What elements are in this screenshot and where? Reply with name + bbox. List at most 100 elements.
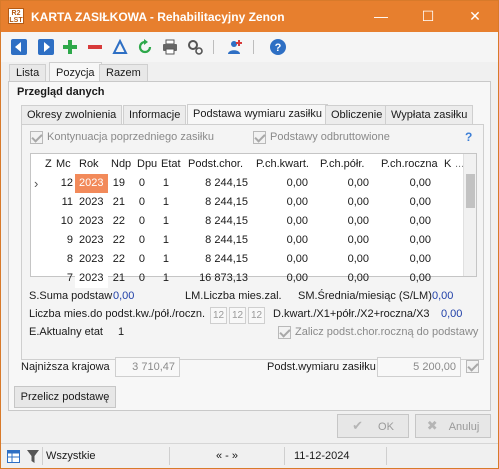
add-icon[interactable] <box>62 39 78 55</box>
column-header[interactable]: P.ch.kwart. <box>256 154 309 174</box>
table-cell[interactable]: 0,00 <box>249 269 308 288</box>
table-row[interactable]: 11 2023 21 0 1 8 244,15 0,00 0,00 0,00 <box>31 193 465 212</box>
table-cell[interactable]: 2023 <box>75 174 108 193</box>
table-cell[interactable]: 0,00 <box>309 250 369 269</box>
table-cell[interactable] <box>43 269 53 288</box>
table-cell[interactable]: 22 <box>109 212 125 231</box>
table-cell[interactable] <box>43 174 53 193</box>
table-cell[interactable]: 0,00 <box>309 193 369 212</box>
column-header[interactable]: Podst.chor. <box>188 154 243 174</box>
tab-informacje[interactable]: Informacje <box>123 105 187 124</box>
table-cell[interactable]: 8 244,15 <box>171 174 248 193</box>
table-cell[interactable]: 11 <box>53 193 73 212</box>
table-cell[interactable]: 0 <box>135 231 145 250</box>
table-cell[interactable]: 2023 <box>75 193 108 212</box>
table-cell[interactable]: 0,00 <box>309 231 369 250</box>
table-cell[interactable]: 2023 <box>75 212 108 231</box>
table-cell[interactable]: 0,00 <box>249 250 308 269</box>
column-header[interactable]: Z <box>45 154 52 174</box>
column-header[interactable]: P.ch.półr. <box>320 154 364 174</box>
column-header[interactable]: P.ch.roczna <box>381 154 438 174</box>
table-cell[interactable]: 1 <box>159 231 169 250</box>
podst-wymiaru-checkbox[interactable] <box>466 360 479 373</box>
table-cell[interactable]: 0,00 <box>371 193 431 212</box>
table-cell[interactable]: 0 <box>135 193 145 212</box>
odbruttowione-checkbox[interactable] <box>253 131 266 144</box>
close-button[interactable]: ✕ <box>452 1 498 32</box>
table-cell[interactable]: 0,00 <box>371 269 431 288</box>
podst-wymiaru-field[interactable]: 5 200,00 <box>377 357 461 377</box>
table-cell[interactable]: 8 <box>53 250 73 269</box>
column-header[interactable]: Rok <box>79 154 99 174</box>
table-cell[interactable]: 1 <box>159 174 169 193</box>
table-cell[interactable] <box>43 212 53 231</box>
table-cell[interactable]: 21 <box>109 193 125 212</box>
table-cell[interactable]: 0,00 <box>309 269 369 288</box>
table-cell[interactable]: 0,00 <box>309 174 369 193</box>
table-cell[interactable]: 7 <box>53 269 73 288</box>
kontynuacja-checkbox[interactable] <box>30 131 43 144</box>
triangle-icon[interactable] <box>112 39 128 55</box>
table-cell[interactable]: 19 <box>109 174 125 193</box>
zalicz-roczna-checkbox[interactable] <box>278 326 291 339</box>
column-header[interactable]: Dpu <box>137 154 157 174</box>
cancel-button[interactable]: ✖ Anuluj <box>415 414 491 438</box>
table-cell[interactable]: 0 <box>135 250 145 269</box>
table-cell[interactable]: 0,00 <box>371 174 431 193</box>
table-cell[interactable]: 0,00 <box>249 193 308 212</box>
tab-okresy-zwolnienia[interactable]: Okresy zwolnienia <box>21 105 123 124</box>
delete-icon[interactable] <box>87 39 103 55</box>
table-cell[interactable]: 1 <box>159 212 169 231</box>
print-icon[interactable] <box>162 39 178 55</box>
table-cell[interactable]: 0,00 <box>371 212 431 231</box>
tab-wyplata-zasilku[interactable]: Wypłata zasiłku <box>385 105 474 124</box>
tab-podstawa-wymiaru[interactable]: Podstawa wymiaru zasiłku <box>187 104 328 124</box>
table-cell[interactable]: 2023 <box>75 269 108 288</box>
table-cell[interactable]: 8 244,15 <box>171 231 248 250</box>
table-cell[interactable]: 9 <box>53 231 73 250</box>
table-row[interactable]: 8 2023 22 0 1 8 244,15 0,00 0,00 0,00 <box>31 250 465 269</box>
table-cell[interactable]: 22 <box>109 231 125 250</box>
table-row[interactable]: 9 2023 22 0 1 8 244,15 0,00 0,00 0,00 <box>31 231 465 250</box>
table-cell[interactable] <box>43 250 53 269</box>
table-cell[interactable]: 21 <box>109 269 125 288</box>
table-cell[interactable]: 0,00 <box>249 231 308 250</box>
table-cell[interactable]: 0 <box>135 212 145 231</box>
column-header[interactable]: Etat <box>161 154 181 174</box>
maximize-button[interactable]: ☐ <box>405 1 451 32</box>
table-cell[interactable]: 12 <box>53 174 73 193</box>
filter-icon[interactable] <box>27 450 39 463</box>
table-cell[interactable]: 1 <box>159 250 169 269</box>
table-cell[interactable]: 0 <box>135 269 145 288</box>
next-record-icon[interactable] <box>38 39 54 55</box>
table-icon[interactable] <box>7 450 20 463</box>
table-cell[interactable]: 0,00 <box>249 212 308 231</box>
table-cell[interactable]: 1 <box>159 269 169 288</box>
table-cell[interactable]: 10 <box>53 212 73 231</box>
refresh-icon[interactable] <box>137 39 153 55</box>
table-row[interactable]: 7 2023 21 0 1 16 873,13 0,00 0,00 0,00 <box>31 269 465 288</box>
table-cell[interactable]: 0,00 <box>371 231 431 250</box>
column-header[interactable]: Ndp <box>111 154 131 174</box>
tab-razem[interactable]: Razem <box>99 64 148 82</box>
table-cell[interactable] <box>43 231 53 250</box>
table-row[interactable]: › 12 2023 19 0 1 8 244,15 0,00 0,00 0,00 <box>31 174 465 193</box>
przelicz-podstawe-button[interactable]: Przelicz podstawę <box>14 386 116 408</box>
table-cell[interactable]: 0 <box>135 174 145 193</box>
tab-pozycja[interactable]: Pozycja <box>49 62 102 83</box>
table-cell[interactable]: 1 <box>159 193 169 212</box>
table-cell[interactable]: 8 244,15 <box>171 212 248 231</box>
table-cell[interactable]: 0,00 <box>371 250 431 269</box>
table-row[interactable]: 10 2023 22 0 1 8 244,15 0,00 0,00 0,00 <box>31 212 465 231</box>
table-cell[interactable]: 2023 <box>75 231 108 250</box>
table-cell[interactable]: 2023 <box>75 250 108 269</box>
help-icon[interactable]: ? <box>270 39 286 55</box>
table-cell[interactable]: 8 244,15 <box>171 193 248 212</box>
tab-lista[interactable]: Lista <box>9 64 47 82</box>
table-cell[interactable]: 0,00 <box>249 174 308 193</box>
table-cell[interactable]: 8 244,15 <box>171 250 248 269</box>
table-cell[interactable]: 16 873,13 <box>171 269 248 288</box>
scrollbar-thumb[interactable] <box>466 174 475 208</box>
ok-button[interactable]: ✔ OK <box>337 414 409 438</box>
minimize-button[interactable]: — <box>358 1 404 32</box>
